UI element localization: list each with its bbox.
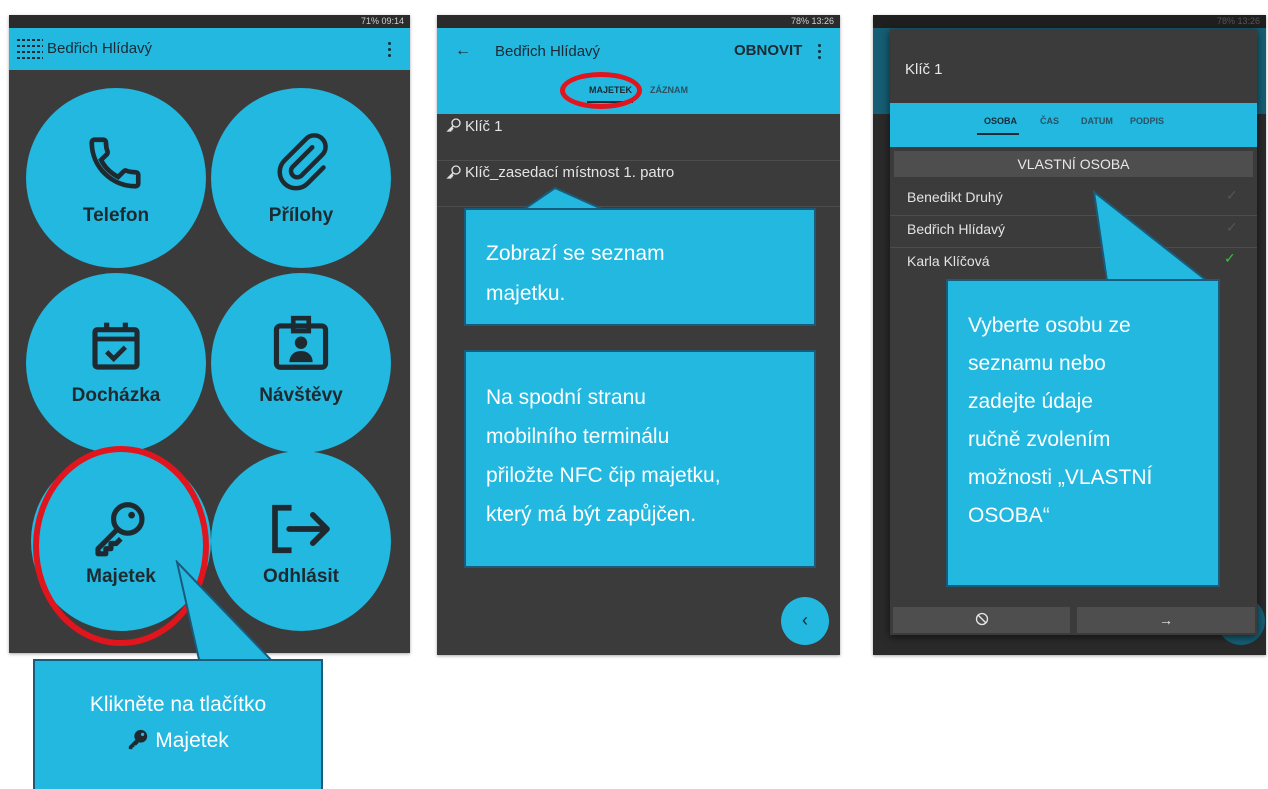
tab-cas[interactable]: ČAS bbox=[1040, 116, 1059, 126]
tab-osoba[interactable]: OSOBA bbox=[984, 116, 1017, 126]
callout-majetek-label: Majetek bbox=[155, 729, 229, 752]
cancel-icon bbox=[975, 612, 988, 626]
tab-zaznam[interactable]: ZÁZNAM bbox=[650, 85, 688, 95]
active-tab-indicator bbox=[977, 133, 1019, 135]
person-name: Benedikt Druhý bbox=[907, 189, 1003, 205]
callout-nfc: Na spodní stranu mobilního terminálu při… bbox=[464, 350, 816, 568]
callout-text-line: mobilního terminálu bbox=[486, 425, 670, 448]
arrow-right-icon: → bbox=[1159, 612, 1173, 628]
app-logo-icon bbox=[17, 39, 43, 59]
badge-icon bbox=[273, 315, 329, 370]
paperclip-icon bbox=[277, 133, 328, 191]
collapse-button[interactable]: ‹ bbox=[781, 597, 829, 645]
asset-name: Klíč_zasedací místnost 1. patro bbox=[465, 164, 675, 181]
callout-text-line1: Klikněte na tlačítko bbox=[89, 693, 267, 716]
next-button[interactable]: → bbox=[1077, 607, 1255, 633]
own-person-button[interactable]: VLASTNÍ OSOBA bbox=[894, 151, 1253, 177]
person-name: Karla Klíčová bbox=[907, 253, 990, 269]
callout-text-line: možnosti „VLASTNÍ bbox=[968, 466, 1153, 489]
app-bar: ← Bedřich Hlídavý OBNOVIT MAJETEK ZÁZNAM bbox=[437, 28, 840, 114]
callout-text-line: Na spodní stranu bbox=[486, 386, 646, 409]
navstevy-label: Návštěvy bbox=[259, 385, 343, 406]
check-icon: ✓ bbox=[1226, 187, 1238, 203]
dochazka-label: Docházka bbox=[71, 385, 161, 406]
person-name: Bedřich Hlídavý bbox=[907, 221, 1006, 237]
list-item[interactable]: Klíč_zasedací místnost 1. patro bbox=[437, 160, 840, 207]
callout-text-line: přiložte NFC čip majetku, bbox=[486, 464, 721, 487]
page-title: Bedřich Hlídavý bbox=[47, 40, 153, 57]
highlight-ring bbox=[560, 72, 642, 109]
callout-select-person: Vyberte osobu ze seznamu nebo zadejte úd… bbox=[946, 279, 1220, 587]
overflow-menu-button[interactable] bbox=[385, 40, 395, 58]
status-bar: 78% 13:26 bbox=[437, 15, 840, 28]
callout-text-line: zadejte údaje bbox=[968, 390, 1093, 413]
key-icon bbox=[129, 729, 148, 750]
dialog-tabs: OSOBA ČAS DATUM PODPIS bbox=[890, 103, 1257, 147]
telefon-button[interactable]: Telefon bbox=[26, 88, 206, 268]
calendar-check-icon bbox=[92, 322, 140, 370]
refresh-button[interactable]: OBNOVIT bbox=[734, 42, 802, 59]
callout-asset-list: Zobrazí se seznam majetku. bbox=[464, 208, 816, 326]
list-item[interactable]: Klíč 1 bbox=[437, 114, 840, 161]
page-title: Bedřich Hlídavý bbox=[495, 43, 601, 60]
callout-text-line: seznamu nebo bbox=[968, 352, 1106, 375]
callout-text-line: majetku. bbox=[486, 282, 566, 305]
callout-pointer bbox=[175, 560, 277, 664]
callout-text-line: Zobrazí se seznam bbox=[486, 242, 665, 265]
phone-icon bbox=[89, 137, 141, 189]
status-bar: 78% 13:26 bbox=[873, 15, 1266, 28]
callout-text-line: ručně zvolením bbox=[968, 428, 1111, 451]
back-arrow-icon[interactable]: ← bbox=[455, 42, 471, 60]
key-outline-icon bbox=[446, 117, 462, 138]
check-icon: ✓ bbox=[1224, 250, 1236, 266]
tab-podpis[interactable]: PODPIS bbox=[1130, 116, 1164, 126]
tab-datum[interactable]: DATUM bbox=[1081, 116, 1113, 126]
dochazka-button[interactable]: Docházka bbox=[26, 273, 206, 453]
cancel-button[interactable] bbox=[893, 607, 1070, 633]
key-outline-icon bbox=[446, 164, 462, 185]
app-bar: Bedřich Hlídavý bbox=[9, 28, 410, 70]
callout-majetek: Klikněte na tlačítko Majetek bbox=[33, 659, 323, 789]
dialog-title: Klíč 1 bbox=[905, 61, 943, 78]
logout-icon bbox=[272, 504, 330, 554]
navstevy-button[interactable]: Návštěvy bbox=[211, 273, 391, 453]
prilohy-label: Přílohy bbox=[268, 205, 334, 226]
asset-name: Klíč 1 bbox=[465, 118, 503, 135]
callout-pointer bbox=[1092, 190, 1219, 289]
callout-text-line: který má být zapůjčen. bbox=[486, 503, 697, 526]
callout-text-line: Vyberte osobu ze bbox=[968, 314, 1131, 337]
callout-text-line: OSOBA“ bbox=[968, 504, 1050, 527]
overflow-menu-button[interactable] bbox=[815, 43, 825, 61]
callout-text-line2: Majetek bbox=[35, 723, 321, 759]
prilohy-button[interactable]: Přílohy bbox=[211, 88, 391, 268]
telefon-label: Telefon bbox=[82, 205, 150, 226]
status-bar: 71% 09:14 bbox=[9, 15, 410, 28]
check-icon: ✓ bbox=[1226, 219, 1238, 235]
